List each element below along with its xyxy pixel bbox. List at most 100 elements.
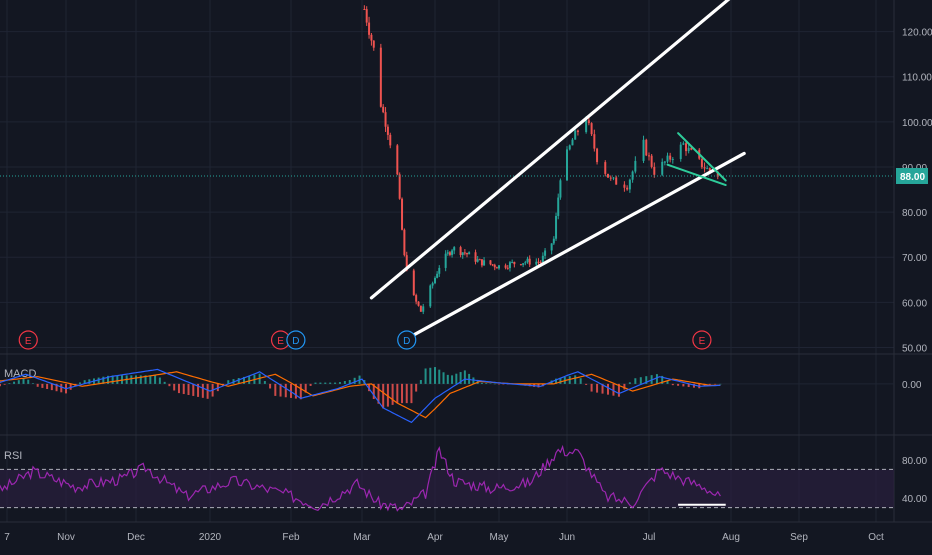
candle-body <box>703 167 706 169</box>
macd-histogram-bar <box>590 383 593 392</box>
candle-body <box>535 261 538 265</box>
candle-body <box>463 252 466 254</box>
macd-histogram-bar <box>17 380 20 384</box>
x-tick-label: Dec <box>127 532 145 543</box>
candle-body <box>590 123 593 135</box>
candle-body <box>663 161 666 163</box>
candle-body <box>526 258 529 263</box>
candle-body <box>557 197 560 216</box>
x-tick-label: Sep <box>790 532 808 543</box>
macd-histogram-bar <box>263 381 266 384</box>
macd-histogram-bar <box>682 383 685 387</box>
x-tick-label: Oct <box>868 532 884 543</box>
candle-body <box>491 264 494 266</box>
candle-body <box>528 258 531 265</box>
macd-histogram-bar <box>628 382 631 384</box>
x-tick-label: Aug <box>722 532 740 543</box>
candle-body <box>461 252 464 256</box>
macd-histogram-bar <box>708 383 711 385</box>
candle-body <box>653 166 656 175</box>
candle-body <box>576 130 579 133</box>
event-marker-label: E <box>277 336 284 347</box>
candle-body <box>403 229 406 256</box>
macd-histogram-bar <box>493 383 496 385</box>
candle-body <box>493 264 496 268</box>
candle-body <box>504 265 507 268</box>
candle-body <box>448 252 451 255</box>
candle-body <box>478 259 481 261</box>
candle-body <box>648 155 650 157</box>
macd-histogram-bar <box>607 383 609 395</box>
macd-histogram-bar <box>329 382 332 384</box>
macd-y-tick: 0.00 <box>902 380 922 391</box>
candle-body <box>451 250 454 255</box>
macd-histogram-bar <box>382 383 385 409</box>
candle-body <box>506 267 509 269</box>
macd-histogram-bar <box>50 383 53 391</box>
macd-histogram-bar <box>27 379 30 384</box>
macd-histogram-bar <box>299 383 302 400</box>
candle-body <box>524 262 527 264</box>
macd-histogram-bar <box>434 367 436 384</box>
candle-body <box>537 261 540 263</box>
candle-body <box>365 9 368 23</box>
macd-histogram-bar <box>639 377 642 384</box>
macd-histogram-bar <box>135 375 137 384</box>
candle-body <box>386 126 389 135</box>
macd-histogram-bar <box>502 383 505 385</box>
macd-histogram-bar <box>130 375 133 384</box>
macd-histogram-bar <box>424 368 427 384</box>
macd-histogram-bar <box>634 378 637 384</box>
macd-histogram-bar <box>248 375 251 384</box>
candle-body <box>706 168 709 170</box>
x-tick-label: Jun <box>559 532 575 543</box>
candle-body <box>685 143 688 152</box>
macd-histogram-bar <box>173 383 176 391</box>
macd-histogram-bar <box>116 375 119 384</box>
macd-histogram-bar <box>585 383 588 385</box>
macd-histogram-bar <box>97 377 100 384</box>
macd-histogram-bar <box>574 375 577 384</box>
macd-histogram-bar <box>60 383 63 393</box>
macd-histogram-bar <box>206 383 209 399</box>
candle-body <box>596 148 599 163</box>
x-tick-label: Feb <box>282 532 300 543</box>
candle-body <box>498 265 500 269</box>
macd-histogram-bar <box>455 373 458 384</box>
candle-body <box>459 247 462 256</box>
macd-histogram-bar <box>410 383 413 404</box>
candle-body <box>519 264 522 266</box>
macd-histogram-bar <box>396 383 399 404</box>
macd-histogram-bar <box>655 374 658 384</box>
macd-histogram-bar <box>391 383 394 405</box>
macd-histogram-bar <box>182 383 185 395</box>
macd-histogram-bar <box>163 381 166 384</box>
candle-body <box>593 134 596 149</box>
candle-body <box>489 260 492 265</box>
macd-histogram-bar <box>187 383 190 395</box>
candle-body <box>666 155 669 162</box>
candle-body <box>412 270 415 296</box>
candle-body <box>508 262 511 269</box>
macd-histogram-bar <box>79 382 81 384</box>
macd-histogram-bar <box>401 383 404 404</box>
candle-body <box>682 143 685 145</box>
candle-body <box>626 187 629 190</box>
event-marker-label: E <box>699 336 706 347</box>
y-tick-label: 100.00 <box>902 118 932 129</box>
candle-body <box>679 144 682 160</box>
macd-histogram-bar <box>442 372 445 384</box>
candle-body <box>541 255 544 263</box>
y-tick-label: 60.00 <box>902 298 927 309</box>
candle-body <box>384 112 387 127</box>
macd-histogram-bar <box>480 382 483 384</box>
candle-body <box>544 250 547 256</box>
candle-body <box>483 260 486 266</box>
candle-body <box>612 177 615 179</box>
stock-chart[interactable]: 50.0060.0070.0080.0090.00100.00110.00120… <box>0 0 932 550</box>
candle-body <box>539 262 542 264</box>
macd-histogram-bar <box>334 382 337 384</box>
x-tick-label: Apr <box>427 532 443 543</box>
macd-histogram-bar <box>579 378 582 384</box>
candle-body <box>669 155 672 160</box>
